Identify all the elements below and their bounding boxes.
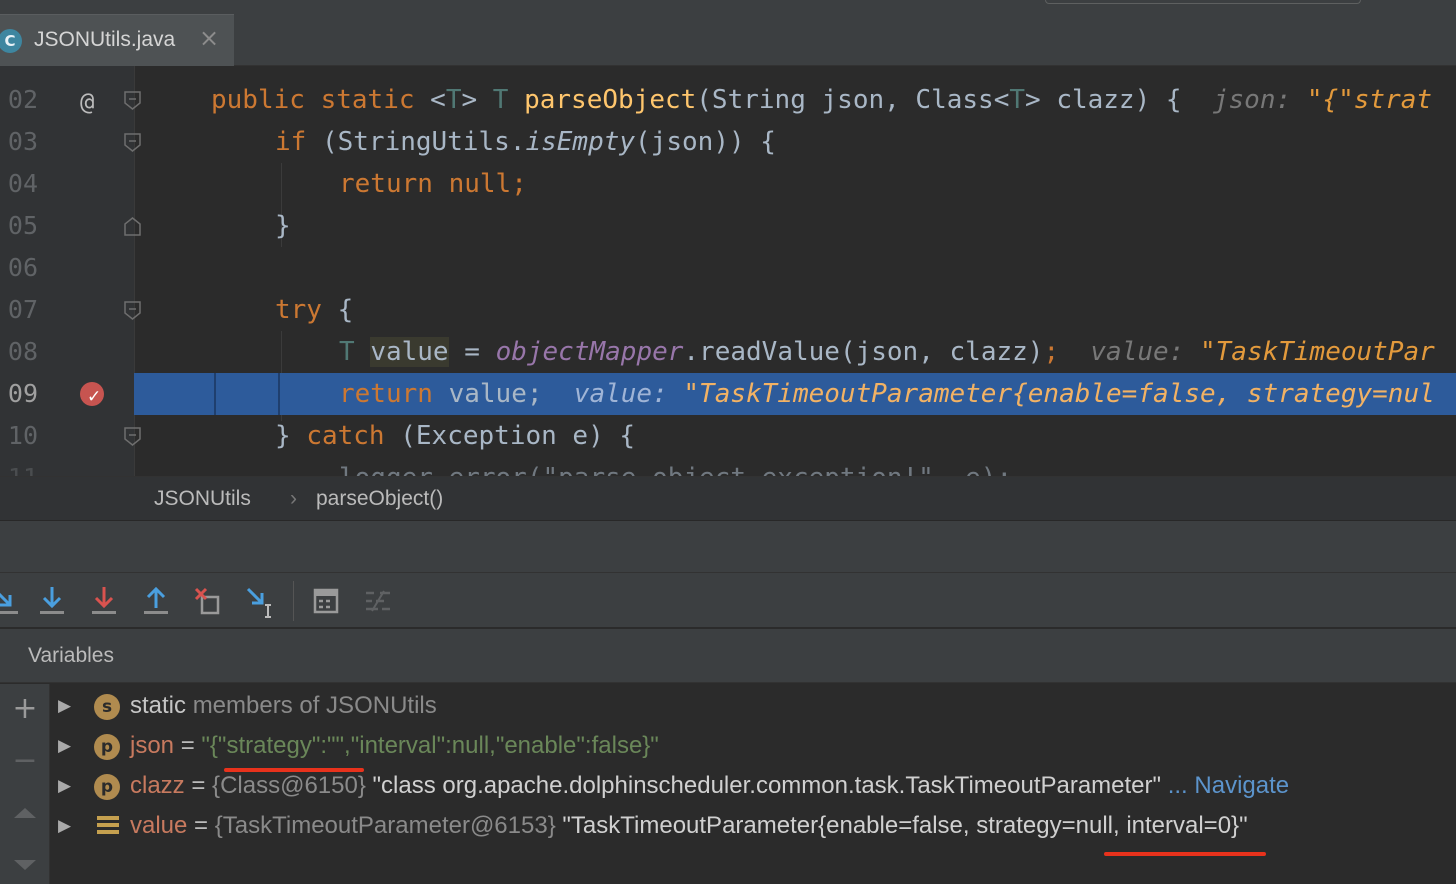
- editor-tab-bar: C JSONUtils.java ×: [0, 0, 1456, 66]
- breadcrumb-method[interactable]: parseObject(): [316, 487, 443, 511]
- code-text: return value; value: "TaskTimeoutParamet…: [339, 379, 1435, 409]
- fold-end-icon[interactable]: [124, 217, 141, 236]
- variable-row-value[interactable]: ▶ value = {TaskTimeoutParameter@6153} "T…: [50, 806, 1456, 846]
- force-step-into-icon[interactable]: [84, 581, 124, 621]
- code-text: }: [275, 211, 291, 241]
- code-line-108[interactable]: 08 T value = objectMapper.readValue(json…: [0, 331, 1456, 373]
- drop-frame-icon[interactable]: [188, 581, 228, 621]
- close-icon[interactable]: ×: [199, 24, 219, 52]
- code-text: return null;: [339, 169, 527, 199]
- step-into-icon[interactable]: [32, 581, 72, 621]
- line-number: 02: [7, 85, 38, 114]
- code-lines: 02 @ public static <T> T parseObject(Str…: [0, 79, 1456, 476]
- move-up-icon[interactable]: [14, 808, 36, 818]
- code-line-110[interactable]: 10 } catch (Exception e) {: [0, 415, 1456, 457]
- variable-row-json[interactable]: ▶ p json = "{"strategy":"","interval":nu…: [50, 726, 1456, 766]
- code-line-109-execution-point[interactable]: 09 ✓ ✓ 09 return value; value: "TaskTime…: [0, 373, 1456, 415]
- annotation-underline-strategy-empty: [224, 768, 364, 772]
- exec-line-guide: [214, 373, 216, 415]
- code-line-102[interactable]: 02 @ public static <T> T parseObject(Str…: [0, 79, 1456, 121]
- line-number: 03: [7, 127, 38, 156]
- variable-row-static[interactable]: ▶ s static members of JSONUtils: [50, 686, 1456, 726]
- variables-title: Variables: [28, 644, 114, 667]
- fold-icon[interactable]: [124, 427, 141, 446]
- fold-icon[interactable]: [124, 301, 141, 320]
- code-text: try {: [275, 295, 354, 325]
- parameter-badge-icon: p: [94, 734, 120, 760]
- highlighted-variable: value: [370, 337, 449, 367]
- evaluate-expression-icon[interactable]: [306, 581, 346, 621]
- code-text: logger.error("parse object exception!", …: [339, 457, 1012, 476]
- expand-arrow-icon[interactable]: ▶: [58, 806, 71, 846]
- expand-arrow-icon[interactable]: ▶: [58, 686, 71, 726]
- search-field-edge: [1045, 0, 1361, 4]
- run-to-cursor-icon[interactable]: [240, 581, 280, 621]
- add-watch-icon[interactable]: +: [10, 694, 40, 724]
- code-text: if (StringUtils.isEmpty(json)) {: [275, 127, 776, 157]
- line-number: 04: [7, 169, 38, 198]
- line-number: 07: [7, 295, 38, 324]
- debug-toolbar: [0, 572, 1456, 628]
- code-line-107[interactable]: 07 try {: [0, 289, 1456, 331]
- annotation-underline-strategy-null: [1104, 852, 1266, 856]
- static-badge-icon: s: [94, 694, 120, 720]
- toolbar-separator: [293, 581, 294, 621]
- tab-file-name: JSONUtils.java: [34, 28, 176, 51]
- code-line-104[interactable]: 04 return null;: [0, 163, 1456, 205]
- code-line-111[interactable]: 11 logger.error("parse object exception!…: [0, 457, 1456, 476]
- line-number: 06: [7, 253, 38, 282]
- inline-debug-hint: value:: [573, 379, 668, 409]
- inline-debug-hint: value:: [1090, 337, 1185, 367]
- line-number: 05: [7, 211, 38, 240]
- move-down-icon[interactable]: [14, 860, 36, 870]
- code-text: public static <T> T parseObject(String j…: [211, 85, 1433, 115]
- object-field-icon: [97, 816, 119, 838]
- editor-tab-jsonutils[interactable]: C JSONUtils.java ×: [0, 14, 234, 66]
- code-editor[interactable]: 02 @ public static <T> T parseObject(Str…: [0, 66, 1456, 476]
- step-over-icon[interactable]: [0, 581, 26, 621]
- line-number: 09: [7, 379, 38, 408]
- breadcrumb: JSONUtils › parseObject(): [0, 476, 1456, 520]
- fold-icon[interactable]: [124, 91, 141, 110]
- exec-line-guide: [278, 373, 280, 415]
- step-out-icon[interactable]: [136, 581, 176, 621]
- debug-tool-window-header: [0, 520, 1456, 572]
- code-line-105[interactable]: 05 }: [0, 205, 1456, 247]
- variables-panel-header: Variables: [0, 629, 1456, 683]
- variables-tree[interactable]: ▶ s static members of JSONUtils ▶ p json…: [50, 684, 1456, 884]
- breakpoint-hit-check-icon: ✓: [87, 387, 102, 407]
- code-text: T value = objectMapper.readValue(json, c…: [339, 337, 1435, 367]
- line-number: 11: [0, 457, 38, 476]
- fold-icon[interactable]: [124, 133, 141, 152]
- variable-row-clazz[interactable]: ▶ p clazz = {Class@6150} "class org.apac…: [50, 766, 1456, 806]
- breadcrumb-separator: ›: [290, 487, 297, 510]
- implements-marker-icon[interactable]: @: [80, 81, 94, 123]
- code-text: } catch (Exception e) {: [275, 421, 636, 451]
- java-class-icon: C: [0, 29, 22, 53]
- navigate-link[interactable]: ... Navigate: [1161, 772, 1289, 799]
- trace-stream-icon[interactable]: [358, 581, 398, 621]
- remove-watch-icon[interactable]: −: [10, 746, 40, 776]
- breadcrumb-class[interactable]: JSONUtils: [154, 487, 251, 511]
- line-number: 08: [7, 337, 38, 366]
- inline-debug-hint: json:: [1212, 85, 1292, 115]
- expand-arrow-icon[interactable]: ▶: [58, 766, 71, 806]
- code-line-103[interactable]: 03 if (StringUtils.isEmpty(json)) {: [0, 121, 1456, 163]
- variables-side-toolbar: + −: [0, 684, 50, 884]
- line-number: 10: [7, 421, 38, 450]
- expand-arrow-icon[interactable]: ▶: [58, 726, 71, 766]
- parameter-badge-icon: p: [94, 774, 120, 800]
- code-line-106[interactable]: 06: [0, 247, 1456, 289]
